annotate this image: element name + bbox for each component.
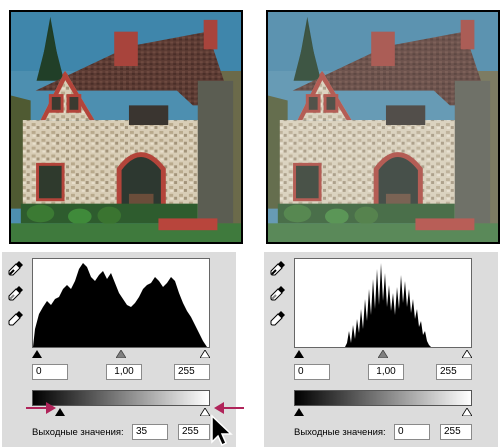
input-gamma-handle[interactable] bbox=[116, 350, 126, 358]
eyedropper-group bbox=[8, 260, 28, 335]
levels-panel-right: 0 1,00 255 Выходные значения: 0 255 bbox=[264, 252, 498, 447]
eyedropper-gray-icon[interactable] bbox=[270, 285, 286, 301]
input-gamma-handle[interactable] bbox=[378, 350, 388, 358]
input-slider-right bbox=[294, 348, 472, 360]
output-gradient-bar bbox=[32, 390, 210, 406]
output-white-field[interactable]: 255 bbox=[440, 424, 472, 440]
input-black-field[interactable]: 0 bbox=[294, 364, 330, 380]
histogram-right-shape bbox=[295, 263, 471, 347]
input-gamma-field[interactable]: 1,00 bbox=[106, 364, 142, 380]
output-slider-left bbox=[32, 406, 210, 418]
eyedropper-gray-icon[interactable] bbox=[8, 285, 24, 301]
input-black-handle[interactable] bbox=[294, 350, 304, 358]
output-black-handle[interactable] bbox=[55, 408, 66, 416]
arrow-right-icon bbox=[26, 402, 56, 414]
histogram-right bbox=[294, 258, 472, 348]
photo-before bbox=[9, 10, 243, 244]
histogram-left bbox=[32, 258, 210, 348]
eyedropper-group bbox=[270, 260, 290, 335]
input-white-handle[interactable] bbox=[462, 350, 472, 358]
eyedropper-black-icon[interactable] bbox=[8, 260, 24, 276]
input-gamma-field[interactable]: 1,00 bbox=[368, 364, 404, 380]
histogram-left-shape bbox=[33, 263, 207, 347]
levels-panel-left: 0 1,00 255 Выходные значения: 35 255 bbox=[2, 252, 236, 447]
output-slider-right bbox=[294, 406, 472, 418]
output-black-field[interactable]: 35 bbox=[132, 424, 168, 440]
cursor-arrow-icon bbox=[211, 414, 233, 447]
photo-after bbox=[266, 10, 500, 244]
eyedropper-white-icon[interactable] bbox=[8, 310, 24, 326]
house-photo-after bbox=[268, 12, 498, 242]
output-black-handle[interactable] bbox=[294, 408, 304, 416]
output-white-handle[interactable] bbox=[200, 408, 210, 416]
output-white-field[interactable]: 255 bbox=[178, 424, 210, 440]
output-black-field[interactable]: 0 bbox=[394, 424, 430, 440]
input-black-field[interactable]: 0 bbox=[32, 364, 68, 380]
input-white-field[interactable]: 255 bbox=[174, 364, 210, 380]
input-slider-left bbox=[32, 348, 210, 360]
eyedropper-black-icon[interactable] bbox=[270, 260, 286, 276]
output-white-handle[interactable] bbox=[462, 408, 472, 416]
output-values-label: Выходные значения: bbox=[294, 427, 386, 438]
eyedropper-white-icon[interactable] bbox=[270, 310, 286, 326]
input-white-field[interactable]: 255 bbox=[436, 364, 472, 380]
house-photo-before bbox=[11, 12, 241, 242]
output-gradient-bar bbox=[294, 390, 472, 406]
output-values-label: Выходные значения: bbox=[32, 427, 124, 438]
input-white-handle[interactable] bbox=[200, 350, 210, 358]
input-black-handle[interactable] bbox=[32, 350, 42, 358]
